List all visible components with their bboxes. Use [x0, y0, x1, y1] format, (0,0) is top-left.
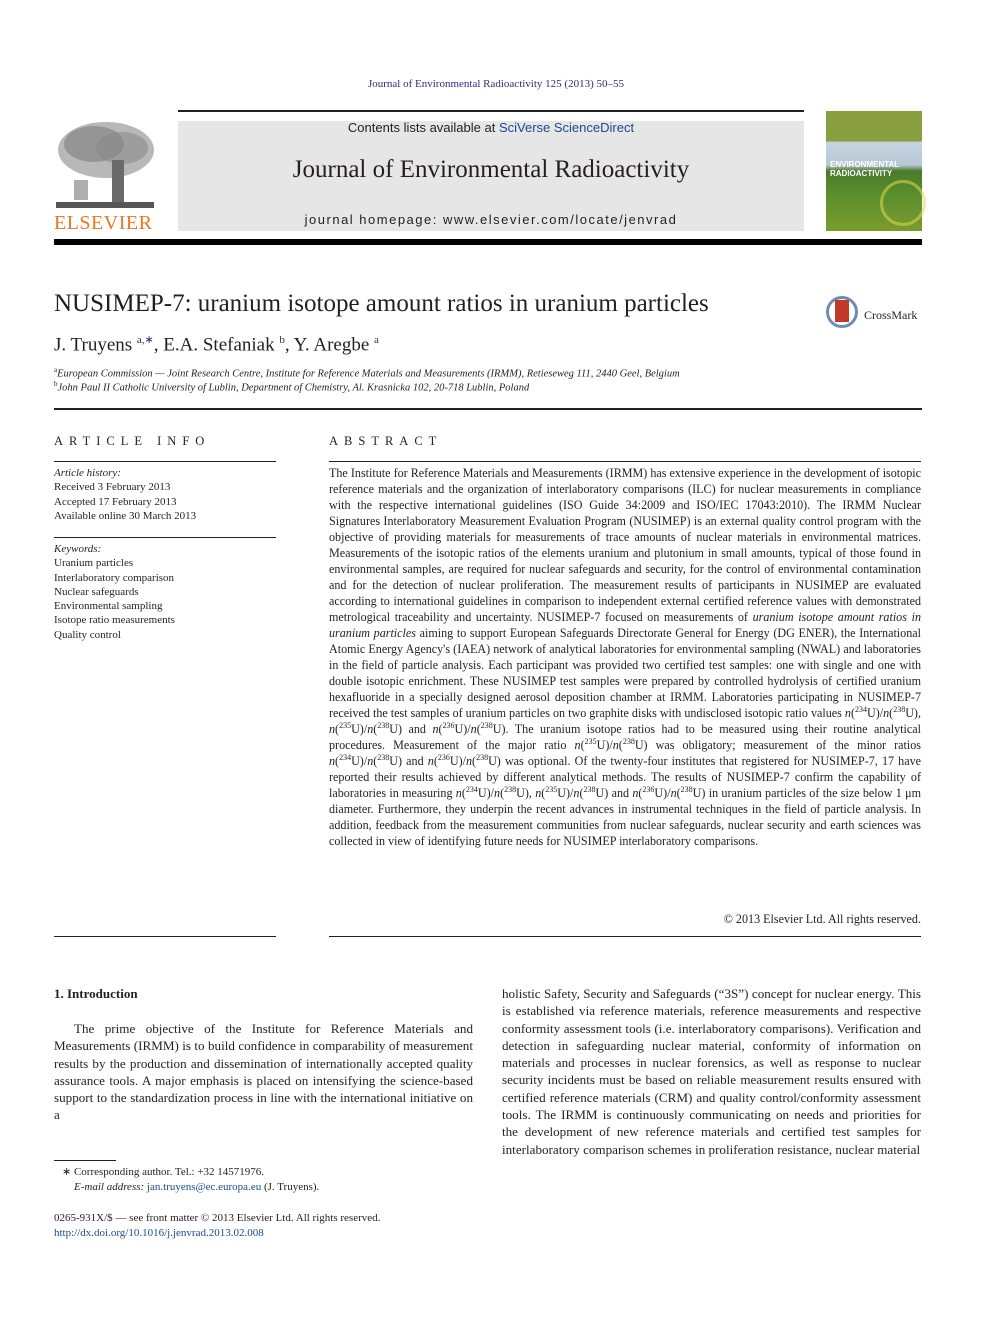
email-link[interactable]: jan.truyens@ec.europa.eu — [147, 1181, 261, 1193]
history-received: Received 3 February 2013 — [54, 481, 171, 494]
affiliation-b: bJohn Paul II Catholic University of Lub… — [54, 380, 529, 394]
history-online: Available online 30 March 2013 — [54, 509, 197, 522]
isotope-ratio: n(234U)/n(238U) — [329, 752, 403, 768]
abstract-copyright: © 2013 Elsevier Ltd. All rights reserved… — [723, 912, 921, 926]
email-note: E-mail address: jan.truyens@ec.europa.eu… — [74, 1180, 319, 1195]
sciencedirect-link[interactable]: SciVerse ScienceDirect — [499, 120, 634, 135]
keyword: Quality control — [54, 628, 121, 641]
abstract-segment: , — [917, 706, 921, 720]
article-history: Article history: Received 3 February 201… — [54, 466, 196, 523]
cover-title-line2: RADIOACTIVITY — [830, 169, 893, 178]
footnote-rule — [54, 1160, 116, 1161]
introduction-left-column: The prime objective of the Institute for… — [54, 1021, 473, 1123]
doi-link[interactable]: http://dx.doi.org/10.1016/j.jenvrad.2013… — [54, 1226, 264, 1241]
isotope-ratio: n(235U)/n(238U) — [574, 736, 648, 752]
crossmark-label: CrossMark — [864, 308, 918, 322]
isotope-ratio: n(235U)/n(238U) — [535, 784, 609, 800]
isotope-ratio: n(236U)/n(238U) — [427, 752, 501, 768]
issn-line: 0265-931X/$ — see front matter © 2013 El… — [54, 1212, 381, 1224]
cover-title: ENVIRONMENTAL RADIOACTIVITY — [830, 160, 899, 178]
isotope-ratio: n(234U)/n(238U) — [844, 704, 918, 720]
radiation-symbol-icon — [880, 180, 926, 226]
masthead-top-rule — [178, 110, 804, 112]
journal-homepage-link[interactable]: journal homepage: www.elsevier.com/locat… — [178, 212, 804, 227]
article-info-rule — [54, 461, 276, 462]
masthead-bottom-rule — [54, 239, 922, 245]
keywords-label: Keywords: — [54, 543, 102, 555]
email-suffix: (J. Truyens). — [261, 1181, 320, 1193]
elsevier-wordmark: ELSEVIER — [54, 212, 153, 234]
abstract-heading: ABSTRACT — [329, 434, 443, 448]
abstract-segment: was obligatory; measurement of the minor… — [647, 738, 921, 752]
abstract-bottom-rule — [329, 936, 921, 937]
cover-title-line1: ENVIRONMENTAL — [830, 160, 900, 169]
isotope-ratio: n(236U)/n(238U) — [432, 720, 506, 736]
isotope-ratio: n(236U)/n(238U) — [632, 784, 706, 800]
article-info-bottom-rule — [54, 936, 276, 937]
abstract-segment: and — [402, 754, 428, 768]
email-label: E-mail address: — [74, 1181, 145, 1193]
keyword: Nuclear safeguards — [54, 585, 139, 598]
isotope-ratio: n(235U)/n(238U) — [329, 720, 403, 736]
crossmark-ribbon-icon — [835, 300, 849, 322]
author-separator: , — [284, 334, 294, 356]
author-name[interactable]: Y. Aregbe — [294, 334, 370, 355]
introduction-heading: 1. Introduction — [54, 986, 138, 1001]
affiliation-text: European Commission — Joint Research Cen… — [57, 368, 680, 380]
author-name[interactable]: J. Truyens — [54, 334, 132, 355]
keyword: Interlaboratory comparison — [54, 571, 175, 584]
corresponding-author-note: ∗ Corresponding author. Tel.: +32 145719… — [62, 1166, 265, 1178]
author-separator: , — [153, 334, 164, 356]
header-divider — [54, 408, 922, 410]
abstract-segment: and — [608, 786, 633, 800]
abstract-segment: aiming to support European Safeguards Di… — [329, 626, 921, 720]
journal-title: Journal of Environmental Radioactivity — [292, 156, 690, 183]
contents-line: Contents lists available at SciVerse Sci… — [178, 120, 804, 135]
author-affiliation-mark[interactable]: a — [374, 334, 379, 346]
article-info-heading: ARTICLE INFO — [54, 434, 211, 448]
crossmark-button[interactable]: CrossMark — [826, 296, 938, 336]
elsevier-tree-icon — [54, 120, 156, 212]
contents-prefix: Contents lists available at — [347, 120, 499, 135]
paper-title: NUSIMEP-7: uranium isotope amount ratios… — [54, 290, 709, 317]
author-name[interactable]: E.A. Stefaniak — [163, 334, 274, 355]
abstract-segment: and — [402, 722, 433, 736]
author-affiliation-mark[interactable]: a,∗ — [137, 334, 154, 346]
introduction-right-column: holistic Safety, Security and Safeguards… — [502, 986, 921, 1157]
affiliation-text: John Paul II Catholic University of Lubl… — [57, 382, 530, 394]
isotope-ratio: n(234U)/n(238U) — [455, 784, 529, 800]
history-accepted: Accepted 17 February 2013 — [54, 495, 177, 508]
keyword: Uranium particles — [54, 557, 134, 570]
affiliation-a: aEuropean Commission — Joint Research Ce… — [54, 366, 680, 380]
keyword: Environmental sampling — [54, 600, 163, 613]
journal-reference[interactable]: Journal of Environmental Radioactivity 1… — [0, 78, 992, 90]
abstract-text: The Institute for Reference Materials an… — [329, 465, 921, 849]
abstract-segment: The Institute for Reference Materials an… — [329, 466, 921, 624]
keyword: Isotope ratio measurements — [54, 614, 175, 627]
keywords: Keywords: Uranium particles Interlaborat… — [54, 542, 175, 642]
article-history-label: Article history: — [54, 467, 121, 479]
abstract-rule — [329, 461, 921, 462]
author-list: J. Truyens a,∗, E.A. Stefaniak b, Y. Are… — [54, 333, 379, 356]
keywords-rule — [54, 537, 276, 538]
